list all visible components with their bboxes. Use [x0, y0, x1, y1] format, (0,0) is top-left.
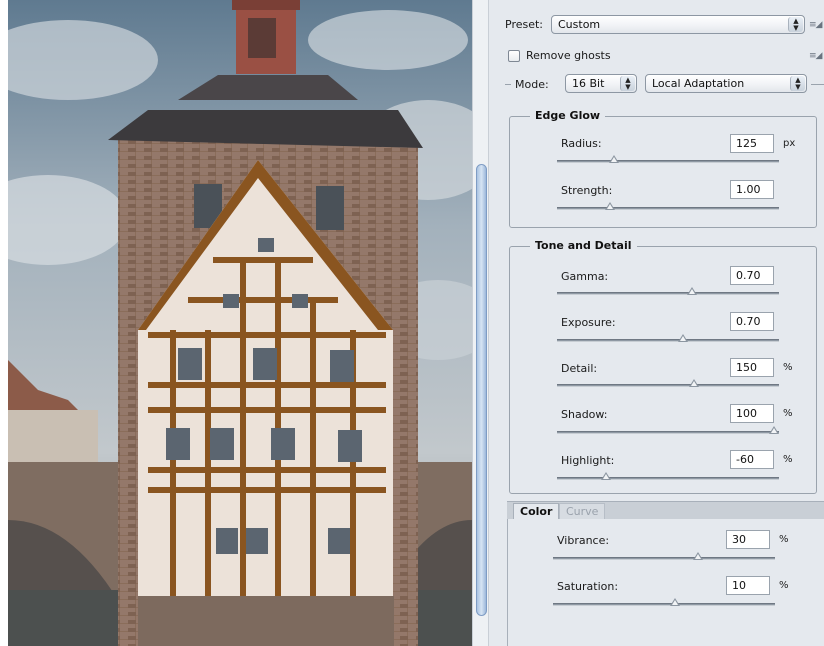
edge-glow-group: Edge Glow [509, 109, 817, 228]
panel-scrollbar[interactable] [472, 0, 489, 646]
exposure-input[interactable] [730, 312, 774, 331]
shadow-input[interactable] [730, 404, 774, 423]
scrollbar-thumb[interactable] [476, 164, 487, 616]
radius-slider-thumb[interactable] [609, 155, 619, 163]
strength-input[interactable] [730, 180, 774, 199]
edge-glow-title: Edge Glow [530, 109, 606, 122]
method-value: Local Adaptation [652, 77, 745, 90]
vibrance-input[interactable] [726, 530, 770, 549]
vibrance-slider-thumb[interactable] [693, 552, 703, 560]
mode-label: Mode: [515, 78, 549, 91]
highlight-slider[interactable] [557, 472, 779, 480]
tone-detail-title: Tone and Detail [530, 239, 637, 252]
saturation-label: Saturation: [557, 580, 619, 593]
gamma-slider-thumb[interactable] [687, 287, 697, 295]
preset-label: Preset: [505, 18, 544, 31]
shadow-label: Shadow: [561, 408, 608, 421]
saturation-slider-thumb[interactable] [670, 598, 680, 606]
shadow-slider[interactable] [557, 426, 779, 434]
detail-label: Detail: [561, 362, 598, 375]
highlight-unit: % [783, 454, 793, 465]
highlight-slider-thumb[interactable] [601, 472, 611, 480]
remove-ghosts-checkbox[interactable] [508, 50, 520, 62]
photo-preview [8, 0, 472, 646]
radius-label: Radius: [561, 137, 602, 150]
detail-slider[interactable] [557, 379, 779, 387]
bit-depth-value: 16 Bit [572, 77, 605, 90]
bit-depth-dropdown[interactable]: 16 Bit ▲ ▼ [565, 74, 637, 93]
strength-slider[interactable] [557, 202, 779, 210]
radius-unit: px [783, 138, 796, 149]
shadow-unit: % [783, 408, 793, 419]
remove-ghosts-label: Remove ghosts [526, 49, 611, 62]
preset-dropdown[interactable]: Custom ▲ ▼ [551, 15, 805, 34]
color-curve-tabbar: Color Curve [507, 501, 824, 520]
updown-arrows-icon: ▲ ▼ [790, 76, 805, 91]
photo-illustration [8, 0, 472, 646]
gamma-label: Gamma: [561, 270, 609, 283]
saturation-slider[interactable] [553, 598, 775, 606]
mode-rule [505, 84, 511, 85]
radius-slider[interactable] [557, 155, 779, 163]
saturation-unit: % [779, 580, 789, 591]
vibrance-slider[interactable] [553, 552, 775, 560]
updown-arrows-icon: ▲ ▼ [788, 17, 803, 32]
exposure-slider[interactable] [557, 334, 779, 342]
exposure-label: Exposure: [561, 316, 616, 329]
mode-rule [811, 84, 824, 85]
tab-curve[interactable]: Curve [559, 503, 606, 520]
color-tab-content [507, 519, 824, 646]
detail-unit: % [783, 362, 793, 373]
vibrance-unit: % [779, 534, 789, 545]
vibrance-label: Vibrance: [557, 534, 610, 547]
preset-value: Custom [558, 18, 601, 31]
tab-color[interactable]: Color [513, 503, 560, 520]
saturation-input[interactable] [726, 576, 770, 595]
detail-slider-thumb[interactable] [689, 379, 699, 387]
remove-ghosts-menu-icon[interactable]: ≡◢ [809, 51, 823, 61]
hdr-toning-panel: Preset: Custom ▲ ▼ ≡◢ Remove ghosts ≡◢ Mo… [489, 0, 824, 646]
strength-label: Strength: [561, 184, 613, 197]
method-dropdown[interactable]: Local Adaptation ▲ ▼ [645, 74, 807, 93]
radius-input[interactable] [730, 134, 774, 153]
exposure-slider-thumb[interactable] [678, 334, 688, 342]
updown-arrows-icon: ▲ ▼ [620, 76, 635, 91]
gamma-input[interactable] [730, 266, 774, 285]
shadow-slider-thumb[interactable] [769, 426, 779, 434]
strength-slider-thumb[interactable] [605, 202, 615, 210]
preset-menu-icon[interactable]: ≡◢ [809, 20, 823, 30]
gamma-slider[interactable] [557, 287, 779, 295]
detail-input[interactable] [730, 358, 774, 377]
highlight-label: Highlight: [561, 454, 615, 467]
highlight-input[interactable] [730, 450, 774, 469]
